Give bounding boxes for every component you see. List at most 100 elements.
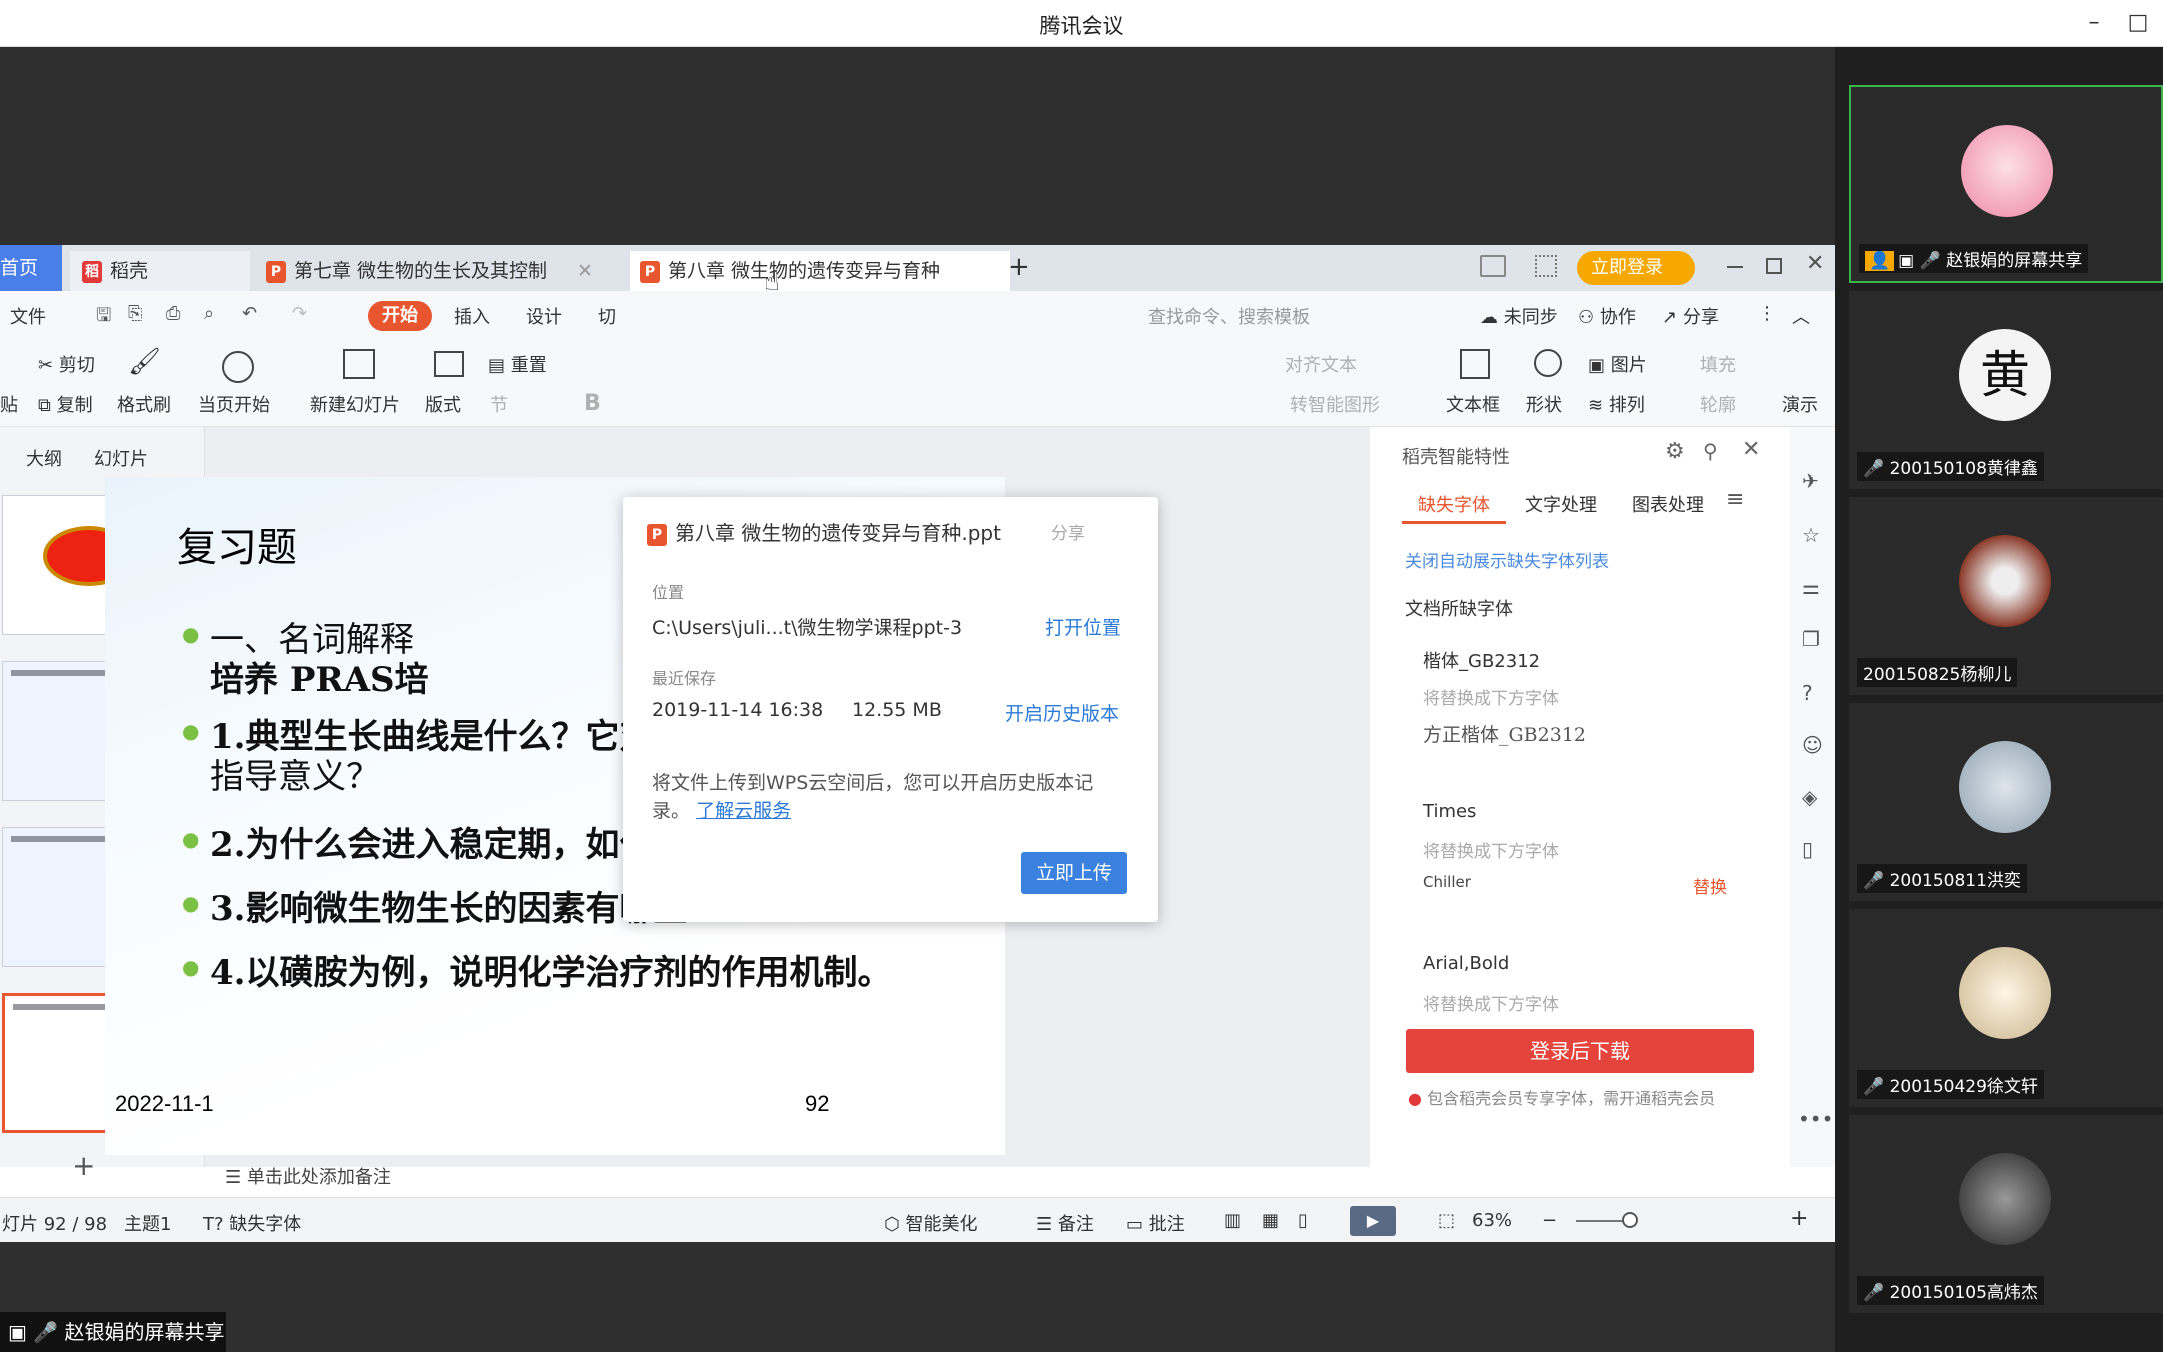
rocket-icon[interactable]: ✈ (1802, 469, 1819, 493)
close-icon[interactable]: ✕ (577, 260, 593, 282)
notes-placeholder[interactable]: ☰ 单击此处添加备注 (225, 1163, 391, 1189)
open-location-link[interactable]: 打开位置 (1045, 613, 1121, 640)
participant-tile-5[interactable]: 🎤 200150105高炜杰 (1849, 1115, 2163, 1313)
reset-button[interactable]: ▤ 重置 (488, 351, 547, 377)
align-text-button[interactable]: 对齐文本 (1285, 351, 1357, 377)
participant-tile-2[interactable]: 200150825杨柳儿 (1849, 497, 2163, 695)
arrange-button[interactable]: ≋ 排列 (1588, 391, 1645, 417)
save-icon[interactable]: 🖫 (96, 303, 111, 333)
window-icon[interactable]: ❐ (1802, 627, 1820, 651)
smart-graphic-button[interactable]: 转智能图形 (1290, 391, 1380, 417)
star-icon[interactable]: ☆ (1802, 523, 1820, 547)
participant-tile-0[interactable]: 👤 ▣ 🎤 赵银娟的屏幕共享 (1849, 85, 2163, 283)
undo-icon[interactable]: ↶ (242, 303, 257, 324)
wps-minimize-icon[interactable] (1727, 266, 1743, 268)
menu-switch[interactable]: 切 (598, 303, 616, 329)
tab-outline[interactable]: 大纲 (26, 445, 62, 471)
menu-file[interactable]: 文件 (10, 303, 46, 329)
font-replacement-1[interactable]: Chiller (1423, 873, 1471, 891)
open-history-link[interactable]: 开启历史版本 (1005, 699, 1119, 726)
settings-icon[interactable]: ⚙ (1665, 439, 1685, 464)
upload-button[interactable]: 立即上传 (1021, 852, 1127, 894)
missing-fonts-status[interactable]: T? 缺失字体 (203, 1210, 301, 1236)
shape-button[interactable]: 形状 (1526, 391, 1562, 417)
popup-share-button[interactable]: 分享 (1051, 519, 1085, 544)
comment-button[interactable]: ▭ 批注 (1126, 1210, 1185, 1236)
close-auto-list-link[interactable]: 关闭自动展示缺失字体列表 (1405, 547, 1609, 572)
command-search[interactable]: 查找命令、搜索模板 (1148, 303, 1310, 329)
tab-chart-processing[interactable]: 图表处理 (1632, 491, 1704, 517)
outline-button[interactable]: 轮廓 (1700, 391, 1736, 417)
collab-button[interactable]: ⚇ 协作 (1578, 303, 1636, 329)
slideshow-play-button[interactable]: ▶ (1350, 1206, 1396, 1236)
beautify-button[interactable]: ⬡ 智能美化 (884, 1210, 977, 1236)
panel-title[interactable]: 稻壳智能特性 (1402, 443, 1510, 469)
layout-icon[interactable] (1480, 255, 1506, 277)
wps-restore-icon[interactable] (1766, 258, 1782, 274)
replace-button[interactable]: 替换 (1693, 873, 1727, 898)
tab-text-processing[interactable]: 文字处理 (1525, 491, 1597, 517)
picture-button[interactable]: ▣ 图片 (1588, 351, 1647, 377)
pin-icon[interactable]: ⚲ (1703, 439, 1718, 463)
layout-button[interactable]: 版式 (425, 391, 461, 417)
preview-icon[interactable]: ⌕ (204, 303, 214, 324)
minimize-button[interactable]: – (2074, 8, 2114, 38)
tab-daoke[interactable]: 稻稻壳 (70, 251, 250, 291)
collapse-icon[interactable]: ︿ (1792, 303, 1810, 329)
grid-icon[interactable] (1535, 255, 1557, 277)
tab-home[interactable]: 首页 (0, 245, 62, 291)
redo-icon[interactable]: ↷ (292, 303, 307, 324)
more-icon[interactable]: ⋮ (1758, 303, 1776, 324)
maximize-button[interactable]: □ (2118, 8, 2158, 38)
wps-close-icon[interactable]: ✕ (1806, 251, 1824, 276)
grid-view-icon[interactable]: ▦ (1262, 1210, 1279, 1231)
normal-view-icon[interactable]: ▥ (1224, 1210, 1241, 1231)
zoom-in-button[interactable]: + (1790, 1206, 1808, 1231)
notes-toggle[interactable]: ☰ 备注 (1036, 1210, 1094, 1236)
menu-design[interactable]: 设计 (526, 303, 562, 329)
participant-tile-1[interactable]: 黄 🎤 200150108黄律鑫 (1849, 291, 2163, 489)
add-slide-button[interactable]: + (72, 1149, 95, 1182)
login-button[interactable]: 立即登录 (1577, 251, 1695, 285)
fill-button[interactable]: 填充 (1700, 351, 1736, 377)
sync-status[interactable]: ☁ 未同步 (1480, 303, 1558, 329)
share-button[interactable]: ↗ 分享 (1662, 303, 1719, 329)
robot-icon[interactable]: ☺ (1802, 733, 1823, 757)
sliders-icon[interactable]: ⚌ (1802, 575, 1820, 599)
panel-close-icon[interactable]: ✕ (1742, 437, 1760, 462)
present-button[interactable]: 演示 (1782, 391, 1818, 417)
zoom-out-button[interactable]: − (1542, 1210, 1557, 1231)
print-icon[interactable]: ⎙ (166, 303, 180, 324)
new-tab-button[interactable]: + (1008, 247, 1030, 287)
from-current-button[interactable]: 当页开始 (198, 391, 270, 417)
export-icon[interactable]: ⎘ (128, 303, 142, 324)
compass-icon[interactable]: ◈ (1802, 785, 1817, 809)
book-icon[interactable]: ▯ (1802, 837, 1813, 861)
fit-window-icon[interactable]: ⬚ (1438, 1210, 1455, 1231)
menu-insert[interactable]: 插入 (454, 303, 490, 329)
bold-button[interactable]: B (584, 391, 601, 416)
more-dots-icon[interactable]: ••• (1798, 1107, 1833, 1131)
section-button[interactable]: 节 (490, 391, 508, 417)
download-button[interactable]: 登录后下载 (1406, 1029, 1754, 1073)
tab-doc-ch7[interactable]: P 第七章 微生物的生长及其控制 ✕ (266, 251, 616, 291)
participant-tile-4[interactable]: 🎤 200150429徐文轩 (1849, 909, 2163, 1107)
copy-button[interactable]: ⧉ 复制 (38, 391, 93, 417)
zoom-slider-handle[interactable] (1622, 1212, 1638, 1228)
tab-missing-fonts[interactable]: 缺失字体 (1418, 491, 1490, 517)
participant-tile-3[interactable]: 🎤 200150811洪奕 (1849, 703, 2163, 901)
cloud-service-link[interactable]: 了解云服务 (696, 800, 791, 822)
font-replacement-0[interactable]: 方正楷体_GB2312 (1423, 720, 1586, 747)
zoom-level[interactable]: 63% (1472, 1210, 1512, 1231)
format-painter-button[interactable]: 格式刷 (117, 391, 171, 417)
paste-button[interactable]: 贴 (0, 391, 18, 417)
cut-button[interactable]: ✂ 剪切 (38, 351, 95, 377)
tab-slides[interactable]: 幻灯片 (94, 445, 148, 471)
new-slide-button[interactable]: 新建幻灯片 (310, 391, 400, 417)
menu-start[interactable]: 开始 (368, 301, 432, 331)
reading-view-icon[interactable]: ▯ (1298, 1210, 1308, 1231)
menu-icon[interactable]: ≡ (1726, 487, 1744, 512)
help-icon[interactable]: ? (1802, 681, 1813, 705)
textbox-button[interactable]: 文本框 (1446, 391, 1500, 417)
tab-doc-ch8[interactable]: P 第八章 微生物的遗传变异与育种 (630, 251, 1010, 291)
